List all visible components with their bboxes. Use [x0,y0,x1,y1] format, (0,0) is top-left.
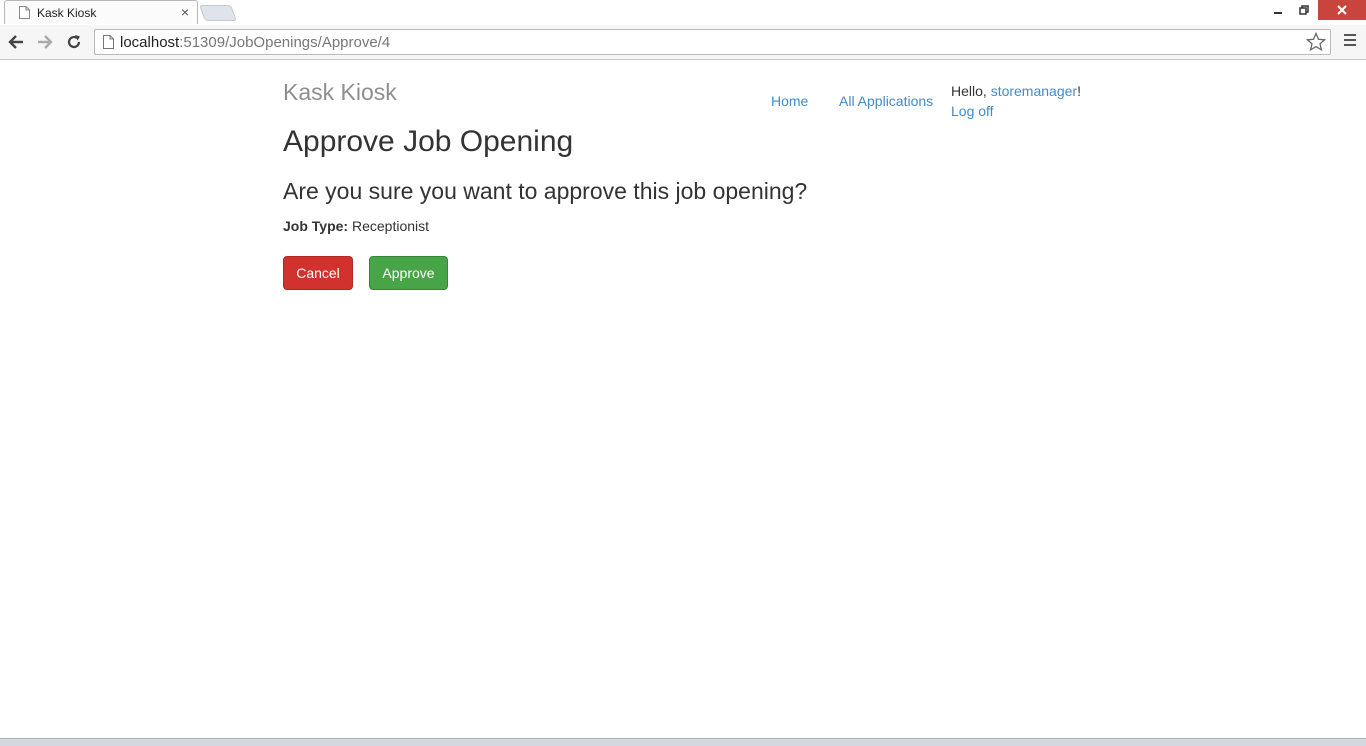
nav-all-applications-link[interactable]: All Applications [839,93,933,109]
bookmark-star-icon[interactable] [1305,31,1327,57]
url-host: localhost [120,34,180,51]
page-title: Approve Job Opening [283,125,574,158]
url-text: localhost:51309/JobOpenings/Approve/4 [120,34,390,51]
browser-titlebar: Kask Kiosk × [0,0,1366,25]
restore-icon[interactable] [1291,0,1317,20]
cancel-button[interactable]: Cancel [283,256,353,290]
tab-title: Kask Kiosk [37,6,97,20]
job-type-value: Receptionist [351,218,430,234]
job-type-detail: Job Type: Receptionist [283,218,429,234]
job-type-label: Job Type: [283,218,349,234]
logoff-link[interactable]: Log off [951,103,994,119]
browser-tab[interactable]: Kask Kiosk × [4,0,198,24]
page-icon [103,35,114,54]
username-link[interactable]: storemanager [991,83,1077,99]
reload-icon[interactable] [64,32,84,52]
browser-toolbar: localhost:51309/JobOpenings/Approve/4 [0,25,1366,60]
nav-home-link[interactable]: Home [771,93,808,109]
minimize-icon[interactable] [1265,0,1291,20]
os-taskbar [0,738,1366,746]
confirm-question: Are you sure you want to approve this jo… [283,178,808,204]
site-brand[interactable]: Kask Kiosk [283,79,397,106]
user-greeting: Hello, storemanager! [951,83,1081,99]
tab-close-icon[interactable]: × [181,4,189,20]
greeting-exclaim: ! [1077,83,1081,99]
page-icon [19,6,30,24]
greeting-hello: Hello, [951,83,991,99]
new-tab-button[interactable] [199,5,237,21]
approve-button[interactable]: Approve [369,256,448,290]
forward-arrow-icon[interactable] [35,32,55,52]
browser-menu-icon[interactable] [1341,34,1359,50]
address-bar[interactable]: localhost:51309/JobOpenings/Approve/4 [94,29,1331,55]
url-path: :51309/JobOpenings/Approve/4 [179,34,391,51]
back-arrow-icon[interactable] [6,32,26,52]
window-close-icon[interactable] [1318,0,1366,20]
